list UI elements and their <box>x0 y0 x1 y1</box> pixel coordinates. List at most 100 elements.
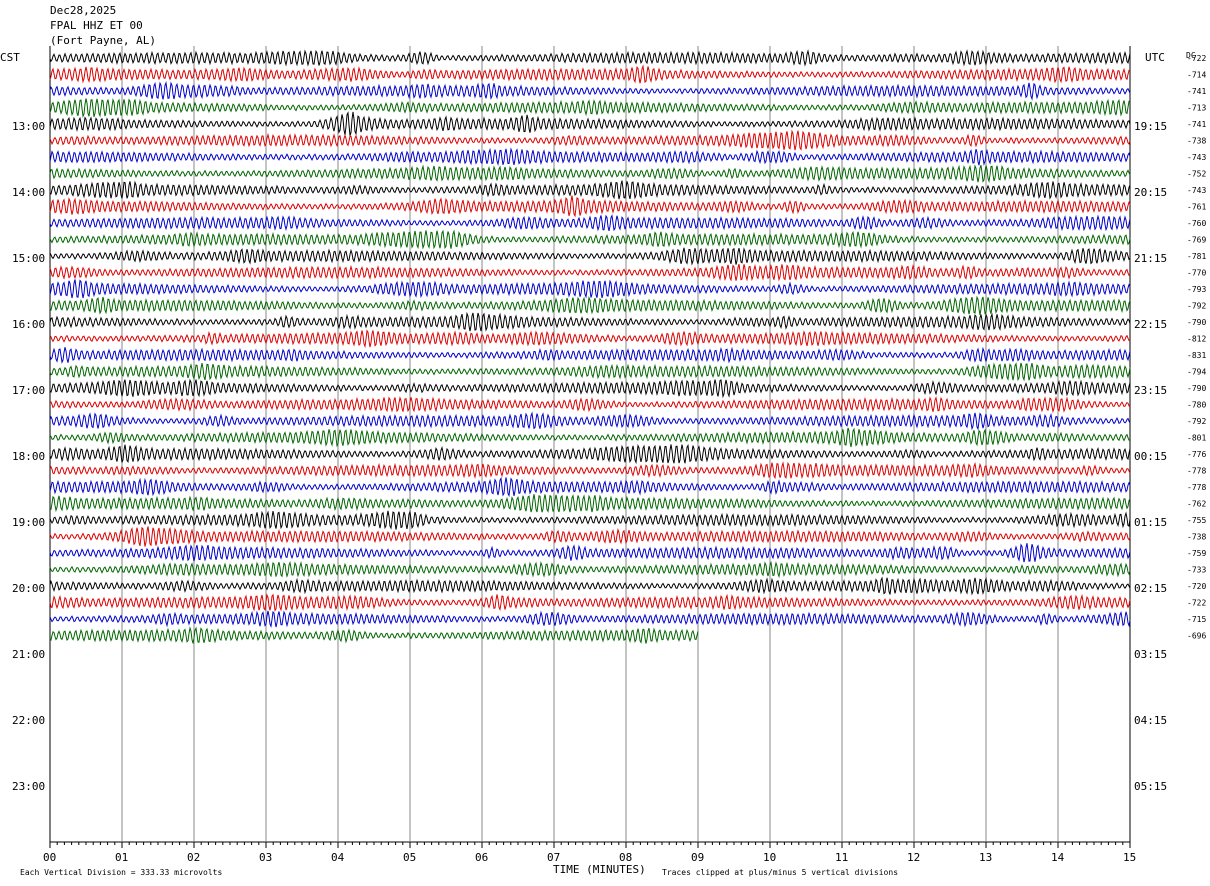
trace-line <box>49 626 699 644</box>
trace-line <box>49 443 1131 465</box>
trace-line <box>49 427 1131 448</box>
x-tick-label: 11 <box>835 851 848 864</box>
trace-line <box>49 346 1131 364</box>
trace-line <box>49 494 1131 513</box>
hour-label-utc: 01:15 <box>1134 516 1167 529</box>
x-tick-label: 13 <box>979 851 992 864</box>
dc-offset-label: -792 <box>1187 302 1206 311</box>
dc-offset-label: -733 <box>1187 566 1206 575</box>
trace-line <box>49 263 1131 282</box>
dc-offset-label: -720 <box>1187 582 1206 591</box>
hour-label-cst: 15:00 <box>12 252 45 265</box>
dc-offset-label: -769 <box>1187 236 1206 245</box>
dc-offset-label: -770 <box>1187 269 1206 278</box>
trace-line <box>49 395 1131 414</box>
trace-line <box>49 311 1131 332</box>
x-tick-label: 12 <box>907 851 920 864</box>
x-axis-label: TIME (MINUTES) <box>553 863 646 876</box>
hour-label-cst: 18:00 <box>12 450 45 463</box>
hour-label-cst: 19:00 <box>12 516 45 529</box>
trace-line <box>49 362 1131 382</box>
x-tick-label: 05 <box>403 851 416 864</box>
division-note: Each Vertical Division = 333.33 microvol… <box>20 868 222 877</box>
hour-label-cst: 17:00 <box>12 384 45 397</box>
trace-line <box>49 576 1131 596</box>
hour-label-cst: 20:00 <box>12 582 45 595</box>
trace-line <box>49 214 1131 232</box>
dc-offset-label: -831 <box>1187 351 1206 360</box>
dc-offset-label: -713 <box>1187 104 1206 113</box>
trace-line <box>49 461 1131 480</box>
x-tick-label: 04 <box>331 851 345 864</box>
trace-line <box>49 64 1131 84</box>
hour-label-utc: 22:15 <box>1134 318 1167 331</box>
trace-line <box>49 129 1131 151</box>
dc-offset-label: -759 <box>1187 549 1206 558</box>
dc-offset-label: -790 <box>1187 384 1206 393</box>
dc-offset-label: -781 <box>1187 252 1206 261</box>
x-tick-label: 03 <box>259 851 272 864</box>
dc-offset-label: -696 <box>1187 632 1206 641</box>
dc-offset-label: -738 <box>1187 533 1206 542</box>
trace-line <box>49 476 1131 498</box>
x-tick-label: 15 <box>1123 851 1136 864</box>
dc-offset-label: -755 <box>1187 516 1206 525</box>
trace-line <box>49 378 1131 399</box>
hour-label-cst: 21:00 <box>12 648 45 661</box>
dc-offset-label: -801 <box>1187 434 1206 443</box>
trace-line <box>49 164 1131 184</box>
x-tick-label: 14 <box>1051 851 1065 864</box>
hour-label-utc: 05:15 <box>1134 780 1167 793</box>
hour-label-utc: 21:15 <box>1134 252 1167 265</box>
hour-label-utc: 02:15 <box>1134 582 1167 595</box>
hour-label-cst: 22:00 <box>12 714 45 727</box>
trace-line <box>49 509 1131 530</box>
dc-offset-label: -761 <box>1187 203 1206 212</box>
dc-offset-label: -760 <box>1187 219 1206 228</box>
left-timezone-label: CST <box>0 51 20 64</box>
hour-label-cst: 23:00 <box>12 780 45 793</box>
trace-line <box>49 229 1131 250</box>
x-tick-label: 06 <box>475 851 488 864</box>
dc-offset-label: -743 <box>1187 186 1206 195</box>
grid <box>49 46 1131 848</box>
trace-line <box>49 180 1131 200</box>
x-tick-label: 10 <box>763 851 776 864</box>
trace-line <box>49 526 1131 547</box>
dc-offset-label: -792 <box>1187 417 1206 426</box>
dc-offset-label: -741 <box>1187 120 1206 129</box>
trace-line <box>49 111 1131 136</box>
dc-offset-label: -790 <box>1187 318 1206 327</box>
dc-offset-label: -715 <box>1187 615 1206 624</box>
dc-offset-label: -778 <box>1187 483 1206 492</box>
dc-offset-label: -778 <box>1187 467 1206 476</box>
trace-line <box>49 610 1131 629</box>
trace-line <box>49 80 1131 101</box>
dc-offset-label: -714 <box>1187 71 1206 80</box>
dc-offset-label: -762 <box>1187 500 1206 509</box>
dc-offset-label: -741 <box>1187 87 1206 96</box>
trace-line <box>49 147 1131 166</box>
x-tick-label: 01 <box>115 851 128 864</box>
dc-offset-label: -743 <box>1187 153 1206 162</box>
traces <box>49 49 1131 644</box>
trace-line <box>49 329 1131 349</box>
trace-line <box>49 97 1131 119</box>
trace-line <box>49 593 1131 612</box>
hour-label-utc: 19:15 <box>1134 120 1167 133</box>
clip-note: Traces clipped at plus/minus 5 vertical … <box>662 868 898 877</box>
dc-offset-label: -812 <box>1187 335 1206 344</box>
dc-offset-label: -780 <box>1187 401 1206 410</box>
trace-line <box>49 560 1131 579</box>
dc-offset-label: -738 <box>1187 137 1206 146</box>
x-tick-label: 09 <box>691 851 704 864</box>
trace-line <box>49 49 1131 67</box>
hour-label-utc: 04:15 <box>1134 714 1167 727</box>
hour-label-cst: 13:00 <box>12 120 45 133</box>
trace-line <box>49 295 1131 315</box>
hour-label-utc: 23:15 <box>1134 384 1167 397</box>
trace-line <box>49 195 1131 218</box>
trace-line <box>49 279 1131 299</box>
hour-label-utc: 20:15 <box>1134 186 1167 199</box>
hour-label-utc: 00:15 <box>1134 450 1167 463</box>
